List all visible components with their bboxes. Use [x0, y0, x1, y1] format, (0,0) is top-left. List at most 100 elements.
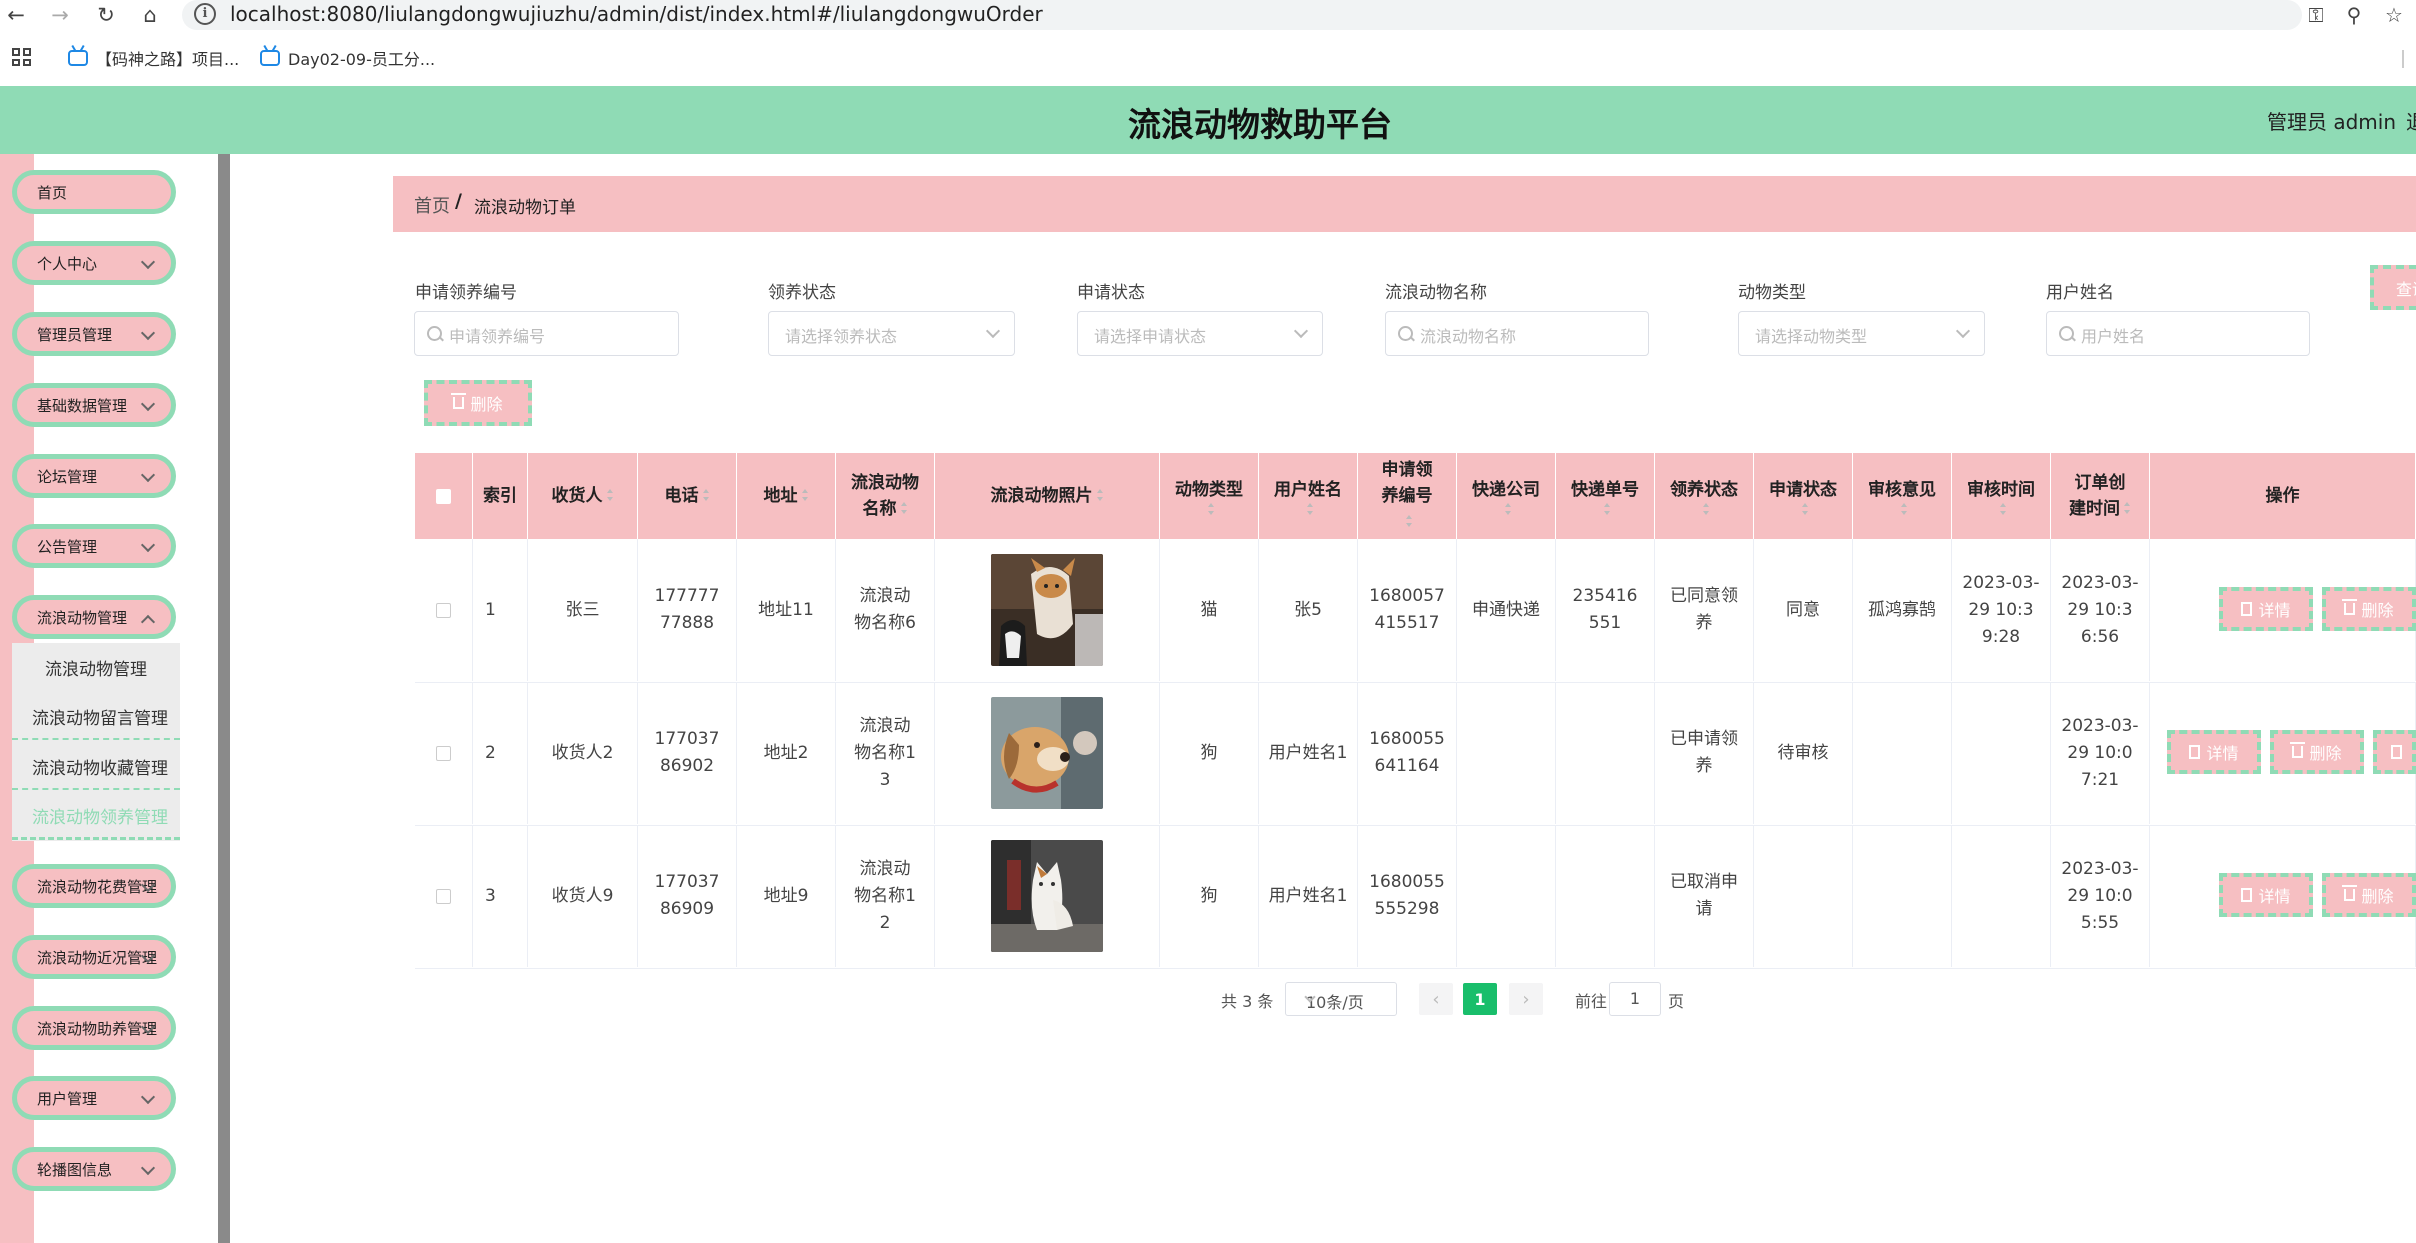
select-all-header[interactable]: [415, 453, 473, 539]
column-header[interactable]: 流浪动物照片: [935, 453, 1160, 539]
detail-button[interactable]: 详情: [2167, 730, 2261, 774]
detail-button[interactable]: 详情: [2219, 873, 2313, 917]
logout-link[interactable]: 退: [2406, 106, 2416, 135]
select-all-checkbox[interactable]: [436, 488, 451, 504]
url-text[interactable]: localhost:8080/liulangdongwujiuzhu/admin…: [230, 2, 1043, 26]
column-header[interactable]: 流浪动物名称: [836, 453, 935, 539]
site-info-icon[interactable]: i: [194, 3, 216, 25]
sidebar-item-home[interactable]: 首页: [12, 170, 176, 214]
sort-icon[interactable]: [1306, 503, 1314, 515]
table-cell: 地址11: [737, 539, 836, 681]
sidebar-item-base-data[interactable]: 基础数据管理: [12, 383, 176, 427]
column-header[interactable]: 申请状态: [1754, 453, 1853, 539]
sort-icon[interactable]: [702, 489, 710, 501]
page-size-select[interactable]: 10条/页: [1285, 982, 1397, 1016]
table-row: 1 张三 17777777888 地址11 流浪动物名称6 猫 张5 16800…: [415, 539, 2416, 683]
bookmark-item[interactable]: Day02-09-员工分...: [260, 44, 435, 72]
column-header[interactable]: 用户姓名: [1259, 453, 1358, 539]
reload-icon[interactable]: ↻: [92, 1, 120, 29]
approve-button[interactable]: [2373, 730, 2416, 774]
breadcrumb-home[interactable]: 首页: [414, 192, 450, 218]
prev-page-button[interactable]: ‹: [1419, 983, 1453, 1015]
goto-page-input[interactable]: 1: [1609, 982, 1661, 1016]
apply-no-input[interactable]: 申请领养编号: [414, 311, 679, 356]
column-header[interactable]: 收货人: [528, 453, 638, 539]
column-header[interactable]: 申请领养编号: [1358, 453, 1457, 539]
sort-icon[interactable]: [1801, 503, 1809, 515]
detail-button[interactable]: 详情: [2219, 587, 2313, 631]
search-icon: [2059, 326, 2074, 341]
column-header[interactable]: 快递单号: [1556, 453, 1655, 539]
pet-name-input[interactable]: 流浪动物名称: [1385, 311, 1649, 356]
sidebar-item-stray-animal[interactable]: 流浪动物管理: [12, 595, 176, 639]
column-header[interactable]: 动物类型: [1160, 453, 1259, 539]
column-header[interactable]: 订单创建时间: [2051, 453, 2150, 539]
sidebar-item-forum[interactable]: 论坛管理: [12, 454, 176, 498]
column-header[interactable]: 地址: [737, 453, 836, 539]
column-header[interactable]: 领养状态: [1655, 453, 1754, 539]
puppy-photo[interactable]: [991, 697, 1103, 809]
column-header[interactable]: 审核意见: [1853, 453, 1952, 539]
row-checkbox[interactable]: [436, 888, 451, 904]
apps-grid-icon[interactable]: [12, 48, 31, 66]
row-select-cell[interactable]: [415, 539, 473, 681]
password-key-icon[interactable]: ⚿: [2302, 2, 2330, 28]
sort-icon[interactable]: [2124, 502, 2131, 514]
sidebar-item-label: 轮播图信息: [37, 1160, 113, 1179]
current-page-button[interactable]: 1: [1463, 983, 1497, 1015]
sidebar-item-animal-sponsor[interactable]: 流浪动物助养管理: [12, 1006, 176, 1050]
batch-delete-button[interactable]: 删除: [424, 380, 532, 426]
sort-icon[interactable]: [1900, 503, 1908, 515]
row-select-cell[interactable]: [415, 682, 473, 824]
column-header[interactable]: 审核时间: [1952, 453, 2051, 539]
sidebar-item-carousel[interactable]: 轮播图信息: [12, 1147, 176, 1191]
bookmark-item[interactable]: 【码神之路】项目...: [68, 44, 239, 72]
sort-icon[interactable]: [900, 502, 908, 514]
row-checkbox[interactable]: [436, 602, 451, 618]
sidebar-item-users[interactable]: 用户管理: [12, 1076, 176, 1120]
placeholder: 申请领养编号: [449, 327, 546, 346]
sort-icon[interactable]: [1096, 489, 1104, 501]
next-page-button[interactable]: ›: [1509, 983, 1543, 1015]
row-select-cell[interactable]: [415, 825, 473, 967]
white-cat-photo[interactable]: [991, 840, 1103, 952]
sidebar-item-personal-center[interactable]: 个人中心: [12, 241, 176, 285]
sort-icon[interactable]: [801, 489, 809, 501]
query-button[interactable]: 查询: [2370, 265, 2416, 310]
sort-icon[interactable]: [1504, 503, 1512, 515]
submenu-animal-message[interactable]: 流浪动物留言管理: [12, 694, 180, 740]
row-checkbox[interactable]: [436, 745, 451, 761]
sort-icon[interactable]: [606, 489, 614, 501]
column-header[interactable]: 快递公司: [1457, 453, 1556, 539]
submenu-animal-favorite[interactable]: 流浪动物收藏管理: [12, 744, 180, 790]
delete-button[interactable]: 删除: [2322, 873, 2416, 917]
column-header[interactable]: 电话: [638, 453, 737, 539]
forward-arrow-icon[interactable]: →: [46, 1, 74, 29]
delete-button[interactable]: 删除: [2270, 730, 2364, 774]
animal-type-select[interactable]: 请选择动物类型: [1738, 311, 1985, 356]
table-cell: 235416551: [1556, 539, 1655, 681]
sidebar-item-admin-management[interactable]: 管理员管理: [12, 312, 176, 356]
user-name-input[interactable]: 用户姓名: [2046, 311, 2310, 356]
placeholder: 请选择领养状态: [785, 327, 898, 346]
sort-icon[interactable]: [1405, 515, 1413, 527]
back-arrow-icon[interactable]: ←: [2, 1, 30, 29]
sidebar-scrollbar[interactable]: [218, 154, 230, 1243]
sidebar-item-animal-cost[interactable]: 流浪动物花费管理: [12, 864, 176, 908]
adopt-status-select[interactable]: 请选择领养状态: [768, 311, 1015, 356]
page-size-value: 10条/页: [1306, 993, 1364, 1012]
sort-icon[interactable]: [1702, 503, 1710, 515]
cat-and-dog-photo[interactable]: [991, 554, 1103, 666]
home-icon[interactable]: ⌂: [136, 1, 164, 29]
delete-button[interactable]: 删除: [2322, 587, 2416, 631]
zoom-icon[interactable]: ⚲: [2340, 2, 2368, 28]
sort-icon[interactable]: [1999, 503, 2007, 515]
sidebar-item-animal-status[interactable]: 流浪动物近况管理: [12, 935, 176, 979]
apply-status-select[interactable]: 请选择申请状态: [1077, 311, 1323, 356]
sort-icon[interactable]: [1207, 503, 1215, 515]
submenu-stray-animal[interactable]: 流浪动物管理: [12, 644, 180, 690]
sidebar-item-notice[interactable]: 公告管理: [12, 524, 176, 568]
submenu-animal-adoption[interactable]: 流浪动物领养管理: [12, 794, 180, 840]
bookmark-star-icon[interactable]: ☆: [2380, 2, 2408, 28]
sort-icon[interactable]: [1603, 503, 1611, 515]
